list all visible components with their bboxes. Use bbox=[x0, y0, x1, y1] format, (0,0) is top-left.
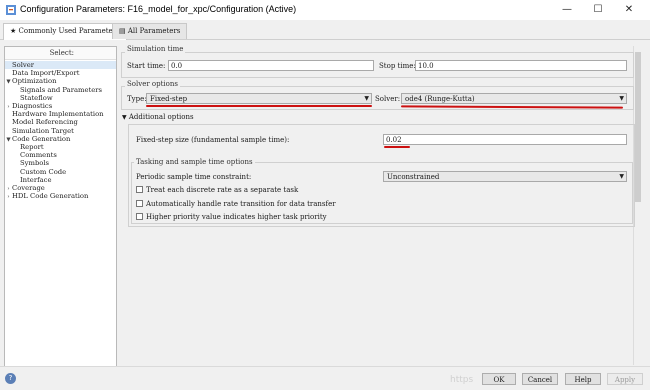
fixed-step-size-label: Fixed-step size (fundamental sample time… bbox=[136, 136, 290, 144]
tree-item[interactable]: Custom Code bbox=[5, 168, 66, 176]
tree-item-label: Simulation Target bbox=[12, 126, 74, 135]
tree-item-label: HDL Code Generation bbox=[12, 192, 89, 201]
solver-type-value: Fixed-step bbox=[150, 95, 188, 103]
separate-task-label: Treat each discrete rate as a separate t… bbox=[146, 186, 299, 194]
matlab-app-icon bbox=[5, 4, 17, 16]
tab-commonly-used-parameters[interactable]: ★ Commonly Used Parameters bbox=[3, 23, 127, 40]
start-time-label: Start time: bbox=[127, 62, 166, 70]
tree-item[interactable]: › Diagnostics bbox=[5, 102, 52, 110]
help-icon[interactable]: ? bbox=[5, 373, 16, 384]
tree-item-label: Code Generation bbox=[12, 134, 71, 143]
separate-task-checkbox[interactable] bbox=[136, 186, 143, 193]
tree-item[interactable]: Report bbox=[5, 143, 44, 151]
star-icon: ★ bbox=[10, 27, 17, 35]
minimize-button[interactable]: — bbox=[552, 0, 582, 20]
tree-item-label: Report bbox=[20, 143, 44, 151]
tree-item[interactable]: Interface bbox=[5, 176, 51, 184]
tab-label: All Parameters bbox=[127, 27, 181, 35]
solver-dropdown[interactable]: ode4 (Runge-Kutta) ▼ bbox=[401, 93, 627, 104]
tree-item-label: Optimization bbox=[12, 77, 57, 86]
tab-label: Commonly Used Parameters bbox=[18, 27, 120, 35]
periodic-constraint-label: Periodic sample time constraint: bbox=[136, 173, 252, 181]
tree-item-label: Stateflow bbox=[20, 93, 53, 102]
fixed-step-size-input[interactable]: 0.02 bbox=[383, 134, 627, 145]
simulation-time-title: Simulation time bbox=[125, 45, 186, 53]
tasking-title: Tasking and sample time options bbox=[134, 158, 255, 166]
solver-options-title: Solver options bbox=[125, 80, 180, 88]
tree-item-label: Interface bbox=[20, 175, 52, 184]
tree-item-label: Model Referencing bbox=[12, 118, 78, 127]
tree-item[interactable]: ▼Optimization bbox=[5, 77, 56, 85]
rate-transition-label: Automatically handle rate transition for… bbox=[146, 200, 336, 208]
tree-item-label: Coverage bbox=[12, 184, 45, 192]
additional-options-toggle[interactable]: ▼ Additional options bbox=[122, 113, 194, 121]
close-button[interactable]: ✕ bbox=[614, 0, 644, 20]
red-annotation-underline bbox=[146, 105, 372, 107]
tree-item-label: Comments bbox=[20, 151, 57, 160]
tree-item[interactable]: › Coverage bbox=[5, 184, 45, 192]
tree-header: Select: bbox=[5, 47, 116, 60]
tree-item[interactable]: Model Referencing bbox=[5, 118, 78, 126]
help-button[interactable]: Help bbox=[565, 373, 601, 385]
tree-item-label: Signals and Parameters bbox=[20, 85, 102, 94]
apply-button[interactable]: Apply bbox=[607, 373, 643, 385]
additional-options-title: Additional options bbox=[128, 113, 194, 121]
tree-item[interactable]: Simulation Target bbox=[5, 127, 74, 135]
periodic-constraint-value: Unconstrained bbox=[387, 173, 440, 181]
tree-item[interactable]: Comments bbox=[5, 151, 57, 159]
window-title: Configuration Parameters: F16_model_for_… bbox=[20, 4, 297, 14]
watermark-text: https bbox=[450, 375, 474, 385]
chevron-down-icon: ▼ bbox=[364, 95, 369, 102]
tree-item[interactable]: Data Import/Export bbox=[5, 69, 80, 77]
tree-item[interactable]: Symbols bbox=[5, 159, 49, 167]
solver-label: Solver: bbox=[375, 95, 401, 103]
tab-all-parameters[interactable]: ▤ All Parameters bbox=[112, 23, 188, 39]
tree-item-label: Custom Code bbox=[20, 167, 67, 176]
tree-item[interactable]: Hardware Implementation bbox=[5, 110, 104, 118]
chevron-down-icon: ▼ bbox=[619, 173, 624, 180]
start-time-input[interactable]: 0.0 bbox=[168, 60, 374, 71]
tree-item[interactable]: ▼Code Generation bbox=[5, 135, 70, 143]
tree-item-label: Diagnostics bbox=[12, 102, 53, 110]
tree-item-label: Solver bbox=[12, 61, 35, 69]
tree-item[interactable]: Signals and Parameters bbox=[5, 86, 102, 94]
triangle-down-icon: ▼ bbox=[122, 114, 127, 121]
solver-type-dropdown[interactable]: Fixed-step ▼ bbox=[146, 93, 372, 104]
category-tree: Select: Solver Data Import/Export ▼Optimiz… bbox=[4, 46, 117, 367]
rate-transition-checkbox[interactable] bbox=[136, 200, 143, 207]
red-annotation-underline bbox=[384, 146, 410, 148]
tree-item[interactable]: Stateflow bbox=[5, 94, 53, 102]
chevron-down-icon: ▼ bbox=[619, 95, 624, 102]
tree-item-label: Symbols bbox=[20, 159, 50, 168]
solver-type-label: Type: bbox=[127, 95, 147, 103]
stop-time-input[interactable]: 10.0 bbox=[415, 60, 627, 71]
grid-icon: ▤ bbox=[119, 27, 126, 35]
ok-button[interactable]: OK bbox=[482, 373, 516, 385]
tree-item-label: Data Import/Export bbox=[12, 69, 80, 78]
stop-time-label: Stop time: bbox=[379, 62, 416, 70]
tree-item[interactable]: › HDL Code Generation bbox=[5, 192, 88, 200]
collapse-arrow-icon[interactable]: › bbox=[5, 193, 12, 201]
scrollbar-thumb[interactable] bbox=[635, 52, 641, 202]
priority-label: Higher priority value indicates higher t… bbox=[146, 213, 327, 221]
solver-value: ode4 (Runge-Kutta) bbox=[405, 95, 475, 103]
cancel-button[interactable]: Cancel bbox=[522, 373, 558, 385]
tree-item-label: Hardware Implementation bbox=[12, 110, 104, 119]
periodic-constraint-dropdown[interactable]: Unconstrained ▼ bbox=[383, 171, 627, 182]
maximize-button[interactable]: ☐ bbox=[583, 0, 613, 20]
priority-checkbox[interactable] bbox=[136, 213, 143, 220]
tree-item[interactable]: Solver bbox=[5, 61, 116, 69]
